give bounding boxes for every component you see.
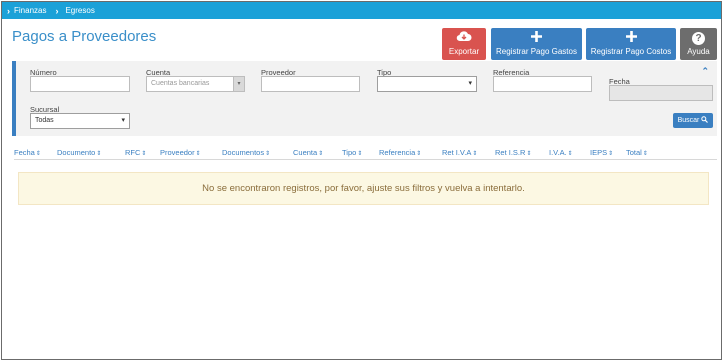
column-documento[interactable]: Documento⇕ (57, 148, 101, 157)
chevron-right-icon: › (55, 5, 59, 16)
column-cuenta[interactable]: Cuenta⇕ (293, 148, 323, 157)
column-documentos[interactable]: Documentos⇕ (222, 148, 270, 157)
export-label: Exportar (448, 47, 480, 56)
cloud-download-icon (456, 30, 472, 44)
register-costs-label: Registrar Pago Costos (590, 47, 672, 56)
table-header: Fecha⇕ Documento⇕ RFC⇕ Proveedor⇕ Docume… (14, 147, 717, 160)
app-window: › Finanzas › Egresos Pagos a Proveedores… (1, 1, 722, 360)
column-fecha[interactable]: Fecha⇕ (14, 148, 41, 157)
numero-input[interactable] (30, 76, 130, 92)
sort-icon: ⇕ (567, 151, 573, 157)
help-button[interactable]: ? Ayuda (680, 28, 717, 60)
sort-icon: ⇕ (35, 151, 41, 157)
column-total[interactable]: Total⇕ (626, 148, 648, 157)
sucursal-value: Todas (35, 117, 54, 124)
sucursal-select[interactable]: Todas ▾ (30, 113, 130, 129)
sort-icon: ⇕ (472, 151, 478, 157)
cuenta-value: Cuentas bancarias (151, 80, 210, 87)
search-label: Buscar (677, 117, 700, 124)
sort-icon: ⇕ (195, 151, 201, 157)
register-expenses-label: Registrar Pago Gastos (496, 47, 577, 56)
register-expenses-payment-button[interactable]: Registrar Pago Gastos (491, 28, 582, 60)
help-label: Ayuda (687, 47, 710, 56)
breadcrumb: › Finanzas › Egresos (2, 2, 721, 19)
caret-down-icon: ▾ (121, 117, 125, 124)
column-tipo[interactable]: Tipo⇕ (342, 148, 362, 157)
proveedor-input[interactable] (261, 76, 360, 92)
caret-down-icon: ▾ (468, 80, 472, 87)
filters-panel: ⌃ Número Cuenta Cuentas bancarias ▾ Prov… (12, 61, 717, 136)
page-title: Pagos a Proveedores (12, 28, 157, 45)
tipo-select[interactable]: ▾ (377, 76, 477, 92)
export-button[interactable]: Exportar (442, 28, 486, 60)
sort-icon: ⇕ (265, 151, 271, 157)
plus-icon (531, 31, 542, 44)
column-ret-isr[interactable]: Ret I.S.R⇕ (495, 148, 531, 157)
column-ieps[interactable]: IEPS⇕ (590, 148, 613, 157)
sort-icon: ⇕ (96, 151, 102, 157)
chevron-up-icon[interactable]: ⌃ (701, 66, 709, 77)
search-icon (701, 116, 709, 125)
register-costs-payment-button[interactable]: Registrar Pago Costos (586, 28, 676, 60)
sort-icon: ⇕ (642, 151, 648, 157)
column-rfc[interactable]: RFC⇕ (125, 148, 146, 157)
sort-icon: ⇕ (416, 151, 422, 157)
column-proveedor[interactable]: Proveedor⇕ (160, 148, 201, 157)
question-icon: ? (692, 32, 705, 45)
column-iva[interactable]: I.V.A.⇕ (549, 148, 573, 157)
column-referencia[interactable]: Referencia⇕ (379, 148, 421, 157)
referencia-input[interactable] (493, 76, 592, 92)
sort-icon: ⇕ (141, 151, 147, 157)
sort-icon: ⇕ (526, 151, 532, 157)
breadcrumb-item-finanzas[interactable]: Finanzas (14, 6, 46, 15)
search-button[interactable]: Buscar (673, 113, 713, 128)
breadcrumb-item-egresos[interactable]: Egresos (65, 6, 94, 15)
sort-icon: ⇕ (357, 151, 363, 157)
column-ret-iva[interactable]: Ret I.V.A⇕ (442, 148, 477, 157)
sort-icon: ⇕ (318, 151, 324, 157)
sort-icon: ⇕ (608, 151, 614, 157)
plus-icon (625, 31, 637, 44)
caret-down-icon: ▾ (233, 77, 244, 91)
fecha-input[interactable] (609, 85, 713, 101)
cuenta-select[interactable]: Cuentas bancarias ▾ (146, 76, 245, 92)
chevron-right-icon: › (7, 5, 10, 16)
empty-results-alert: No se encontraron registros, por favor, … (18, 172, 709, 205)
